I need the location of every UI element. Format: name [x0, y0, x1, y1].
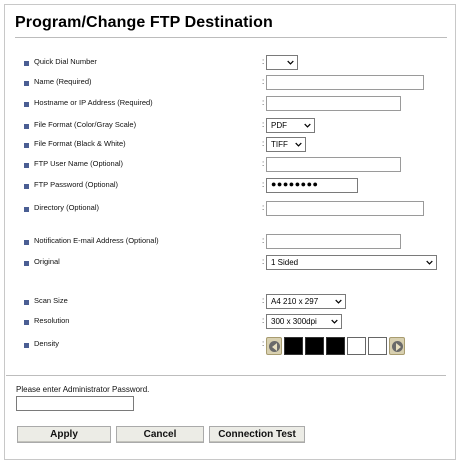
- original-value: 1 Sided: [271, 258, 299, 267]
- file-format-bw-select[interactable]: TIFF: [266, 137, 306, 152]
- bullet-icon: [24, 320, 29, 325]
- name-input[interactable]: [266, 75, 424, 90]
- bullet-icon: [24, 143, 29, 148]
- ftp-password-input[interactable]: ●●●●●●●●: [266, 178, 358, 193]
- bullet-icon: [24, 81, 29, 86]
- bullet-icon: [24, 184, 29, 189]
- hostname-input[interactable]: [266, 96, 401, 111]
- row-scan-size: Scan Size : A4 210 x 297: [0, 294, 452, 312]
- bullet-icon: [24, 300, 29, 305]
- file-format-color-select[interactable]: PDF: [266, 118, 315, 133]
- colon-mark: :: [262, 236, 265, 245]
- chevron-down-icon: [295, 142, 302, 147]
- file-format-bw-value: TIFF: [271, 140, 288, 149]
- row-ftp-password: FTP Password (Optional) : ●●●●●●●●: [0, 178, 452, 196]
- scan-size-label: Scan Size: [34, 296, 68, 305]
- ftp-user-input[interactable]: [266, 157, 401, 172]
- chevron-down-icon: [335, 299, 342, 304]
- resolution-value: 300 x 300dpi: [271, 317, 317, 326]
- density-increase-button[interactable]: [389, 337, 405, 355]
- colon-mark: :: [262, 139, 265, 148]
- directory-label: Directory (Optional): [34, 203, 100, 212]
- row-name: Name (Required) :: [0, 75, 452, 93]
- bullet-icon: [24, 163, 29, 168]
- chevron-down-icon: [304, 123, 311, 128]
- admin-password-input[interactable]: [16, 396, 134, 411]
- density-cell-4[interactable]: [347, 337, 366, 355]
- density-cell-5[interactable]: [368, 337, 387, 355]
- colon-mark: :: [262, 77, 265, 86]
- arrow-right-icon: [396, 343, 401, 351]
- density-cell-1[interactable]: [284, 337, 303, 355]
- admin-password-label: Please enter Administrator Password.: [16, 385, 150, 394]
- file-format-color-value: PDF: [271, 121, 287, 130]
- row-directory: Directory (Optional) :: [0, 201, 452, 219]
- bullet-icon: [24, 102, 29, 107]
- row-file-format-color: File Format (Color/Gray Scale) : PDF: [0, 118, 452, 136]
- scan-size-value: A4 210 x 297: [271, 297, 319, 306]
- quick-dial-select[interactable]: [266, 55, 298, 70]
- row-quick-dial: Quick Dial Number :: [0, 55, 452, 73]
- bullet-icon: [24, 261, 29, 266]
- row-ftp-user: FTP User Name (Optional) :: [0, 157, 452, 175]
- arrow-left-icon: [272, 343, 277, 351]
- colon-mark: :: [262, 339, 265, 348]
- section-divider: [6, 375, 446, 376]
- ftp-password-label: FTP Password (Optional): [34, 180, 119, 189]
- colon-mark: :: [262, 296, 265, 305]
- notification-email-label: Notification E-mail Address (Optional): [34, 236, 159, 245]
- cancel-button[interactable]: Cancel: [116, 426, 204, 443]
- original-label: Original: [34, 257, 60, 266]
- colon-mark: :: [262, 159, 265, 168]
- chevron-down-icon: [426, 260, 433, 265]
- file-format-bw-label: File Format (Black & White): [34, 139, 126, 148]
- notification-email-input[interactable]: [266, 234, 401, 249]
- original-select[interactable]: 1 Sided: [266, 255, 437, 270]
- page-title: Program/Change FTP Destination: [15, 14, 447, 38]
- row-resolution: Resolution : 300 x 300dpi: [0, 314, 452, 332]
- chevron-down-icon: [287, 60, 294, 65]
- ftp-user-label: FTP User Name (Optional): [34, 159, 124, 168]
- bullet-icon: [24, 343, 29, 348]
- row-notification-email: Notification E-mail Address (Optional) :: [0, 234, 452, 252]
- colon-mark: :: [262, 316, 265, 325]
- colon-mark: :: [262, 257, 265, 266]
- colon-mark: :: [262, 57, 265, 66]
- colon-mark: :: [262, 98, 265, 107]
- connection-test-button[interactable]: Connection Test: [209, 426, 305, 443]
- bullet-icon: [24, 61, 29, 66]
- row-file-format-bw: File Format (Black & White) : TIFF: [0, 137, 452, 155]
- colon-mark: :: [262, 180, 265, 189]
- density-cell-3[interactable]: [326, 337, 345, 355]
- scan-size-select[interactable]: A4 210 x 297: [266, 294, 346, 309]
- density-decrease-button[interactable]: [266, 337, 282, 355]
- hostname-label: Hostname or IP Address (Required): [34, 98, 153, 107]
- chevron-down-icon: [331, 319, 338, 324]
- colon-mark: :: [262, 203, 265, 212]
- density-label: Density: [34, 339, 60, 348]
- row-original: Original : 1 Sided: [0, 255, 452, 273]
- row-hostname: Hostname or IP Address (Required) :: [0, 96, 452, 114]
- directory-input[interactable]: [266, 201, 424, 216]
- row-density: Density :: [0, 337, 452, 359]
- resolution-label: Resolution: [34, 316, 70, 325]
- colon-mark: :: [262, 120, 265, 129]
- quick-dial-label: Quick Dial Number: [34, 57, 97, 66]
- resolution-select[interactable]: 300 x 300dpi: [266, 314, 342, 329]
- bullet-icon: [24, 207, 29, 212]
- apply-button[interactable]: Apply: [17, 426, 111, 443]
- name-label: Name (Required): [34, 77, 92, 86]
- bullet-icon: [24, 124, 29, 129]
- bullet-icon: [24, 240, 29, 245]
- density-cell-2[interactable]: [305, 337, 324, 355]
- file-format-color-label: File Format (Color/Gray Scale): [34, 120, 137, 129]
